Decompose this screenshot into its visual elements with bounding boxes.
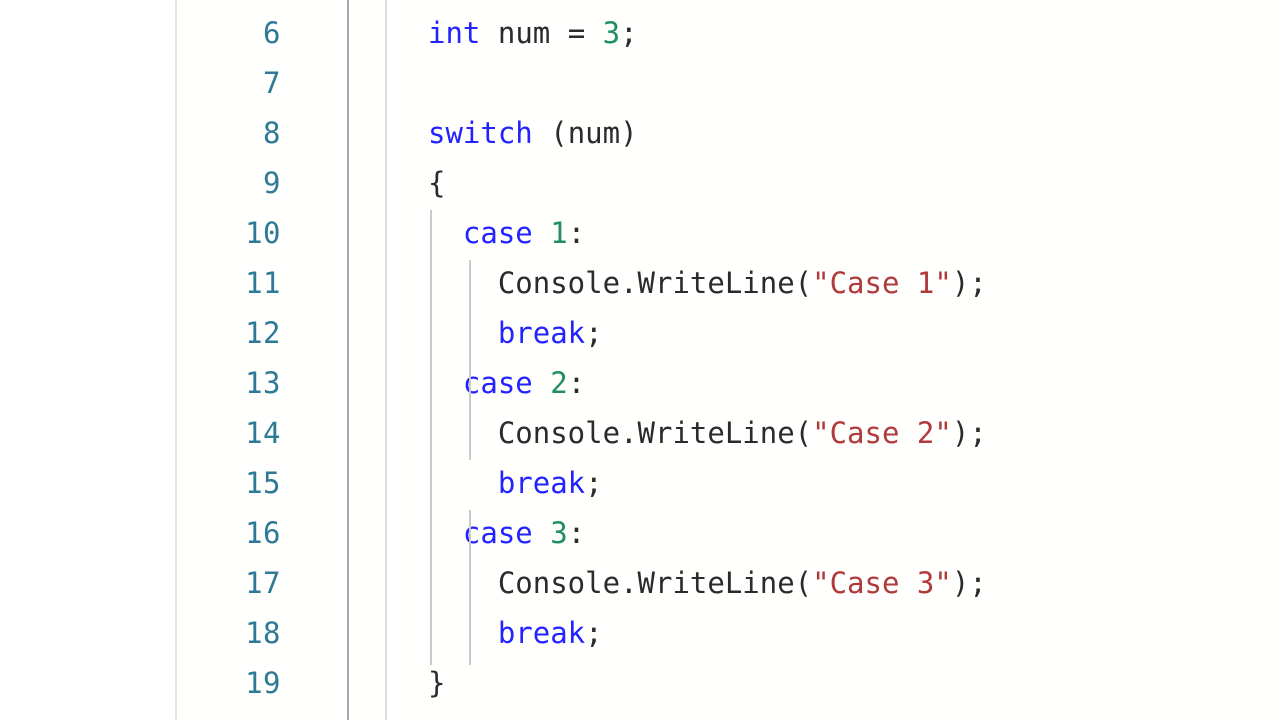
line-number[interactable]: 16 xyxy=(175,508,281,558)
token-pun xyxy=(428,266,498,300)
code-line[interactable]: } xyxy=(428,658,1280,708)
code-line[interactable]: Console.WriteLine("Case 2"); xyxy=(428,408,1280,458)
token-pun: ); xyxy=(951,266,987,300)
token-pun xyxy=(428,466,498,500)
token-pun: ( xyxy=(532,116,568,150)
token-pun: ) xyxy=(620,116,638,150)
token-pun xyxy=(428,216,463,250)
code-line[interactable]: Console.WriteLine("Case 3"); xyxy=(428,558,1280,608)
token-kw: case xyxy=(462,216,533,250)
line-number-gutter: 6 7 8 9 10 11 12 13 14 15 16 17 18 19 xyxy=(175,8,281,720)
token-str: "Case 1" xyxy=(812,266,952,300)
token-num: 1 xyxy=(550,216,568,250)
line-number[interactable]: 14 xyxy=(175,408,281,458)
line-number[interactable]: 12 xyxy=(175,308,281,358)
token-pun xyxy=(428,566,498,600)
token-kw: break xyxy=(497,616,586,650)
token-pun: . xyxy=(620,266,638,300)
code-line[interactable]: break; xyxy=(428,458,1280,508)
token-pun: : xyxy=(567,366,586,400)
token-pun xyxy=(428,416,498,450)
token-pun: : xyxy=(567,516,586,550)
code-line[interactable]: case 3: xyxy=(428,508,1280,558)
code-line[interactable]: case 1: xyxy=(428,208,1280,258)
token-pun: ; xyxy=(620,16,638,50)
token-num: 3 xyxy=(550,516,568,550)
token-pun xyxy=(533,366,550,400)
token-id: num xyxy=(567,116,621,150)
token-num: 3 xyxy=(602,16,621,50)
token-id: Console xyxy=(497,566,621,600)
token-pun: ( xyxy=(794,416,813,450)
token-pun: ; xyxy=(585,616,603,650)
token-pun xyxy=(550,16,567,50)
token-pun: } xyxy=(428,666,446,700)
token-pun xyxy=(428,516,463,550)
token-pun xyxy=(480,16,497,50)
line-number[interactable]: 13 xyxy=(175,358,281,408)
token-pun: { xyxy=(428,166,446,200)
case-2-body-guide xyxy=(469,360,471,460)
token-pun: ( xyxy=(794,266,813,300)
token-kw: break xyxy=(497,316,586,350)
code-line[interactable]: Console.WriteLine("Case 1"); xyxy=(428,258,1280,308)
token-kw: switch xyxy=(428,116,533,150)
line-number-divider xyxy=(347,0,349,720)
line-number[interactable]: 7 xyxy=(175,58,281,108)
token-pun xyxy=(428,616,498,650)
token-pun xyxy=(428,316,498,350)
token-pun xyxy=(533,516,550,550)
line-number[interactable]: 9 xyxy=(175,158,281,208)
line-number[interactable]: 8 xyxy=(175,108,281,158)
line-number[interactable]: 18 xyxy=(175,608,281,658)
line-number[interactable]: 19 xyxy=(175,658,281,708)
token-pun: = xyxy=(567,16,586,50)
code-line[interactable]: { xyxy=(428,158,1280,208)
line-number[interactable]: 10 xyxy=(175,208,281,258)
code-editor-screenshot: 6 7 8 9 10 11 12 13 14 15 16 17 18 19 int num = 3; sw… xyxy=(0,0,1280,720)
token-pun: ); xyxy=(951,566,987,600)
code-line[interactable]: break; xyxy=(428,608,1280,658)
code-line[interactable]: switch (num) xyxy=(428,108,1280,158)
switch-block-guide xyxy=(430,210,432,665)
code-area-divider xyxy=(385,0,387,720)
code-text-area[interactable]: int num = 3; switch (num){ case 1: Conso… xyxy=(428,8,1280,720)
token-kw: int xyxy=(428,16,481,50)
token-id: Console xyxy=(497,266,621,300)
token-id: num xyxy=(497,16,551,50)
token-pun: ( xyxy=(794,566,813,600)
token-kw: case xyxy=(462,366,533,400)
line-number[interactable]: 17 xyxy=(175,558,281,608)
line-number[interactable]: 6 xyxy=(175,8,281,58)
token-id: WriteLine xyxy=(637,416,795,450)
token-kw: case xyxy=(462,516,533,550)
token-pun: . xyxy=(620,416,638,450)
code-line[interactable]: int num = 3; xyxy=(428,8,1280,58)
token-str: "Case 3" xyxy=(812,566,952,600)
token-num: 2 xyxy=(550,366,568,400)
token-id: WriteLine xyxy=(637,266,795,300)
token-id: WriteLine xyxy=(637,566,795,600)
token-pun: : xyxy=(567,216,586,250)
token-pun: ); xyxy=(951,416,987,450)
case-3-body-guide xyxy=(469,510,471,665)
token-pun xyxy=(428,366,463,400)
code-line[interactable]: case 2: xyxy=(428,358,1280,408)
token-pun: . xyxy=(620,566,638,600)
token-pun xyxy=(585,16,602,50)
case-1-body-guide xyxy=(469,260,471,360)
token-pun: ; xyxy=(585,316,603,350)
token-pun: ; xyxy=(585,466,603,500)
token-pun xyxy=(533,216,550,250)
token-id: Console xyxy=(497,416,621,450)
token-kw: break xyxy=(497,466,586,500)
token-str: "Case 2" xyxy=(812,416,952,450)
line-number[interactable]: 15 xyxy=(175,458,281,508)
line-number[interactable]: 11 xyxy=(175,258,281,308)
code-line[interactable]: break; xyxy=(428,308,1280,358)
code-line[interactable] xyxy=(428,58,1280,108)
